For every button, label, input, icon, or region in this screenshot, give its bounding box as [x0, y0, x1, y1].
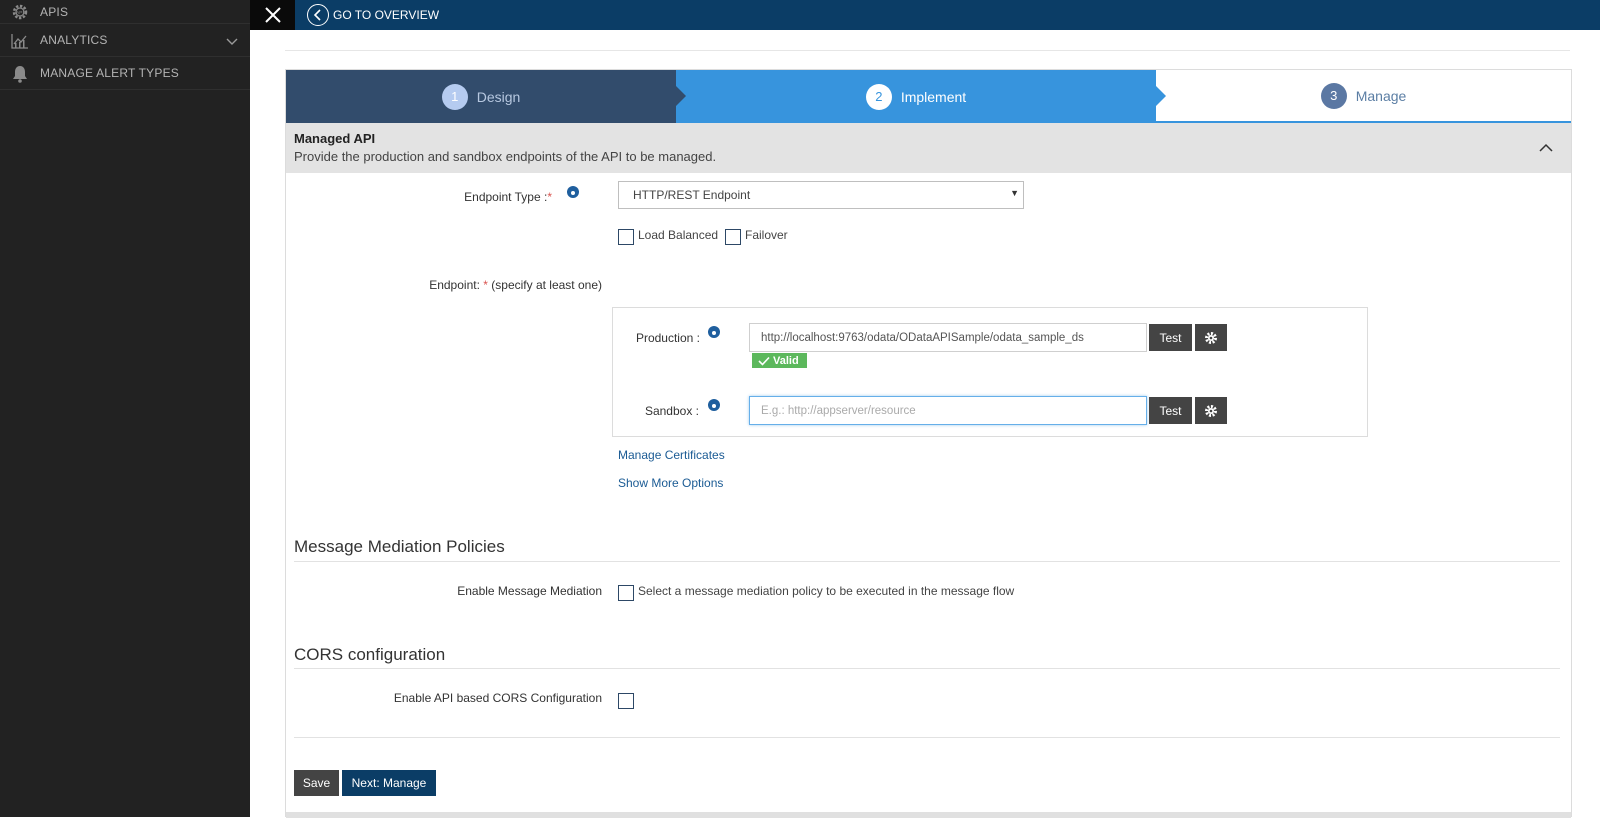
- check-icon: [758, 356, 770, 366]
- gear-icon: API: [10, 2, 30, 22]
- bell-icon: [10, 64, 30, 84]
- step-number: 2: [865, 83, 892, 110]
- manage-certificates-link[interactable]: Manage Certificates: [618, 448, 725, 462]
- endpoint-type-value: HTTP/REST Endpoint: [633, 188, 751, 202]
- chevron-left-icon: [307, 4, 329, 26]
- step-arrow: [676, 86, 686, 106]
- enable-mediation-checkbox[interactable]: [618, 585, 634, 601]
- production-settings-button[interactable]: [1195, 324, 1227, 351]
- info-icon[interactable]: [708, 326, 720, 338]
- step-label: Design: [476, 88, 521, 105]
- sidebar-item-manage-alert-types[interactable]: MANAGE ALERT TYPES: [0, 57, 250, 90]
- sidebar-item-label: APIS: [40, 4, 69, 19]
- sidebar-item-analytics[interactable]: ANALYTICS: [0, 24, 250, 57]
- next-manage-button[interactable]: Next: Manage: [342, 770, 436, 796]
- mediation-section-title: Message Mediation Policies: [294, 537, 505, 556]
- enable-mediation-description: Select a message mediation policy to be …: [638, 584, 1015, 598]
- sidebar-item-label: MANAGE ALERT TYPES: [40, 66, 179, 80]
- load-balanced-checkbox[interactable]: [618, 229, 634, 245]
- endpoints-box: Production : Test Valid Sandbox : Test: [612, 307, 1368, 437]
- go-to-overview-label: GO TO OVERVIEW: [333, 8, 440, 22]
- divider: [294, 668, 1560, 669]
- step-number: 1: [441, 83, 468, 110]
- endpoint-type-label: Endpoint Type :*: [464, 190, 552, 204]
- divider: [294, 737, 1560, 738]
- chevron-down-icon[interactable]: [226, 35, 238, 49]
- gear-icon: [1205, 331, 1217, 344]
- sidebar: API APIS ANALYTICS MANAGE ALERT TYPES: [0, 0, 250, 817]
- go-to-overview-link[interactable]: GO TO OVERVIEW: [307, 0, 439, 30]
- production-test-button[interactable]: Test: [1149, 324, 1192, 351]
- step-number: 3: [1320, 82, 1347, 109]
- section-title: Managed API: [294, 131, 376, 146]
- sandbox-settings-button[interactable]: [1195, 397, 1227, 424]
- wizard-steps: 1 Design 2 Implement 3 Manage: [286, 70, 1571, 123]
- cors-section-title: CORS configuration: [294, 645, 446, 664]
- production-endpoint-input[interactable]: [749, 323, 1147, 352]
- divider: [285, 50, 1570, 51]
- chevron-up-icon[interactable]: [1539, 141, 1553, 155]
- endpoint-type-select[interactable]: HTTP/REST Endpoint ▼: [618, 181, 1024, 209]
- close-button[interactable]: [250, 0, 295, 30]
- info-icon[interactable]: [567, 186, 579, 198]
- step-label: Implement: [900, 88, 967, 105]
- chart-icon: [10, 31, 30, 51]
- enable-mediation-label: Enable Message Mediation: [457, 584, 602, 598]
- close-icon: [264, 7, 281, 23]
- caret-down-icon: ▼: [1010, 188, 1019, 198]
- sidebar-item-apis[interactable]: API APIS: [0, 0, 250, 24]
- valid-badge: Valid: [752, 353, 807, 368]
- sidebar-item-label: ANALYTICS: [40, 33, 108, 47]
- load-balanced-label: Load Balanced: [638, 228, 719, 242]
- step-design[interactable]: 1 Design: [286, 70, 676, 123]
- failover-checkbox[interactable]: [725, 229, 741, 245]
- step-label: Manage: [1355, 87, 1407, 104]
- section-description: Provide the production and sandbox endpo…: [294, 149, 717, 164]
- divider: [294, 561, 1560, 562]
- step-arrow: [1156, 86, 1166, 106]
- gear-icon: [1205, 404, 1217, 417]
- production-label: Production :: [635, 331, 700, 345]
- enable-cors-checkbox[interactable]: [618, 693, 634, 709]
- failover-label: Failover: [745, 228, 788, 242]
- sandbox-label: Sandbox :: [644, 404, 699, 418]
- sandbox-endpoint-input[interactable]: [749, 396, 1147, 425]
- top-bar: GO TO OVERVIEW: [250, 0, 1600, 30]
- enable-cors-label: Enable API based CORS Configuration: [393, 691, 602, 705]
- info-icon[interactable]: [708, 399, 720, 411]
- svg-text:API: API: [16, 10, 24, 15]
- show-more-options-link[interactable]: Show More Options: [618, 476, 723, 490]
- panel-footer: [286, 812, 1571, 818]
- api-wizard-panel: 1 Design 2 Implement 3 Manage Managed AP…: [285, 69, 1572, 818]
- managed-api-header: Managed API Provide the production and s…: [286, 123, 1571, 173]
- sandbox-test-button[interactable]: Test: [1149, 397, 1192, 424]
- endpoint-label: Endpoint: * (specify at least one): [429, 278, 602, 292]
- save-button[interactable]: Save: [294, 770, 339, 796]
- step-implement[interactable]: 2 Implement: [676, 70, 1156, 123]
- step-manage[interactable]: 3 Manage: [1156, 70, 1571, 123]
